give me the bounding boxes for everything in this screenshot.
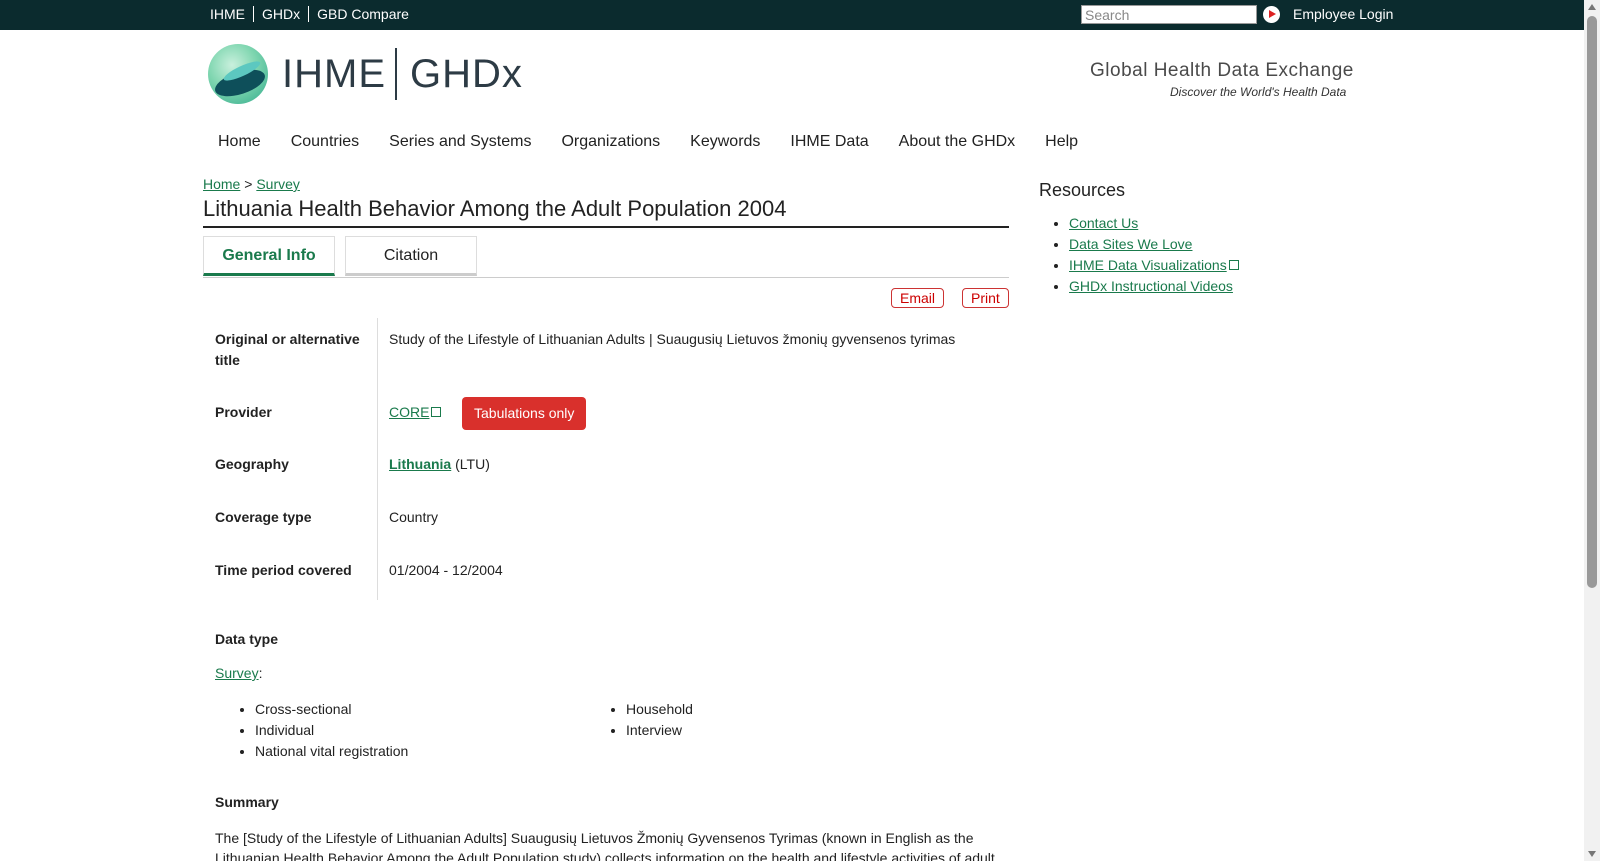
tabulations-only-badge: Tabulations only: [462, 397, 587, 430]
email-button[interactable]: Email: [891, 288, 945, 308]
scroll-up-icon[interactable]: [1588, 4, 1596, 10]
tab-general-info[interactable]: General Info: [203, 236, 335, 276]
scroll-down-icon[interactable]: [1588, 851, 1596, 857]
resource-item: IHME Data Visualizations: [1069, 255, 1239, 276]
summary-text: The [Study of the Lifestyle of Lithuania…: [215, 830, 995, 861]
details-divider: [377, 318, 378, 600]
list-item: National vital registration: [255, 741, 408, 762]
geography-label: Geography: [215, 456, 289, 472]
list-item: Cross-sectional: [255, 699, 408, 720]
page-title: Lithuania Health Behavior Among the Adul…: [203, 196, 1009, 228]
provider-label: Provider: [215, 404, 272, 420]
resource-videos-link[interactable]: GHDx Instructional Videos: [1069, 278, 1233, 294]
resource-item: Data Sites We Love: [1069, 234, 1239, 255]
list-item: Individual: [255, 720, 408, 741]
coverage-value: Country: [389, 509, 439, 525]
geography-value: Lithuania (LTU): [389, 454, 490, 475]
nav-help[interactable]: Help: [1045, 133, 1078, 151]
data-type-list-left: Cross-sectional Individual National vita…: [255, 699, 408, 762]
page-scrollbar[interactable]: [1584, 0, 1600, 861]
employee-login-link[interactable]: Employee Login: [1293, 6, 1393, 22]
site-tagline-sub: Discover the World's Health Data: [1170, 85, 1347, 99]
search-input[interactable]: [1081, 5, 1257, 24]
list-item: Interview: [626, 720, 693, 741]
top-link-gbd-compare[interactable]: GBD Compare: [308, 6, 417, 22]
resource-visualizations-link[interactable]: IHME Data Visualizations: [1069, 257, 1239, 273]
data-type-list-right: Household Interview: [626, 699, 693, 741]
geography-lithuania-link[interactable]: Lithuania: [389, 456, 451, 472]
nav-organizations[interactable]: Organizations: [561, 133, 660, 151]
summary-heading: Summary: [215, 794, 279, 810]
logo-ghdx-text[interactable]: GHDx: [410, 52, 523, 97]
logo-divider: [395, 48, 397, 100]
nav-about[interactable]: About the GHDx: [899, 133, 1016, 151]
coverage-label: Coverage type: [215, 509, 312, 525]
time-period-label: Time period covered: [215, 562, 352, 578]
resource-item: Contact Us: [1069, 213, 1239, 234]
search-submit-icon[interactable]: [1263, 6, 1280, 23]
breadcrumb-survey[interactable]: Survey: [256, 176, 300, 192]
data-type-heading: Data type: [215, 631, 279, 647]
data-type-line: Survey:: [215, 665, 263, 681]
nav-keywords[interactable]: Keywords: [690, 133, 760, 151]
tab-citation[interactable]: Citation: [345, 236, 477, 276]
resources-list: Contact Us Data Sites We Love IHME Data …: [1069, 213, 1239, 297]
alt-title-value: Study of the Lifestyle of Lithuanian Adu…: [389, 331, 956, 347]
top-bar: IHME GHDx GBD Compare Employee Login: [0, 0, 1584, 30]
breadcrumb: Home > Survey: [203, 176, 300, 192]
main-nav: Home Countries Series and Systems Organi…: [218, 133, 1108, 151]
geography-code: (LTU): [455, 456, 490, 472]
list-item: Household: [626, 699, 693, 720]
time-period-value: 01/2004 - 12/2004: [389, 562, 503, 578]
ihme-logo-icon[interactable]: [208, 44, 268, 104]
resource-data-sites-link[interactable]: Data Sites We Love: [1069, 236, 1192, 252]
top-link-ihme[interactable]: IHME: [210, 6, 253, 22]
nav-series-and-systems[interactable]: Series and Systems: [389, 133, 531, 151]
scrollbar-thumb[interactable]: [1587, 16, 1597, 588]
site-tagline: Global Health Data Exchange: [1090, 60, 1354, 81]
nav-ihme-data[interactable]: IHME Data: [790, 133, 868, 151]
alt-title-label: Original or alternative title: [215, 331, 360, 368]
breadcrumb-home[interactable]: Home: [203, 176, 240, 192]
top-link-ghdx[interactable]: GHDx: [253, 6, 308, 22]
tab-bar: General Info Citation: [203, 236, 1009, 278]
resource-contact-us-link[interactable]: Contact Us: [1069, 215, 1138, 231]
top-links: IHME GHDx GBD Compare: [210, 6, 417, 22]
resource-item: GHDx Instructional Videos: [1069, 276, 1239, 297]
provider-core-link[interactable]: CORE: [389, 404, 441, 420]
resources-heading: Resources: [1039, 180, 1126, 200]
nav-countries[interactable]: Countries: [291, 133, 359, 151]
breadcrumb-separator: >: [244, 176, 253, 192]
data-type-survey-link[interactable]: Survey: [215, 665, 259, 681]
nav-home[interactable]: Home: [218, 133, 261, 151]
logo-ihme-text[interactable]: IHME: [282, 52, 386, 97]
provider-value: CORE: [389, 402, 441, 423]
print-button[interactable]: Print: [962, 288, 1009, 308]
